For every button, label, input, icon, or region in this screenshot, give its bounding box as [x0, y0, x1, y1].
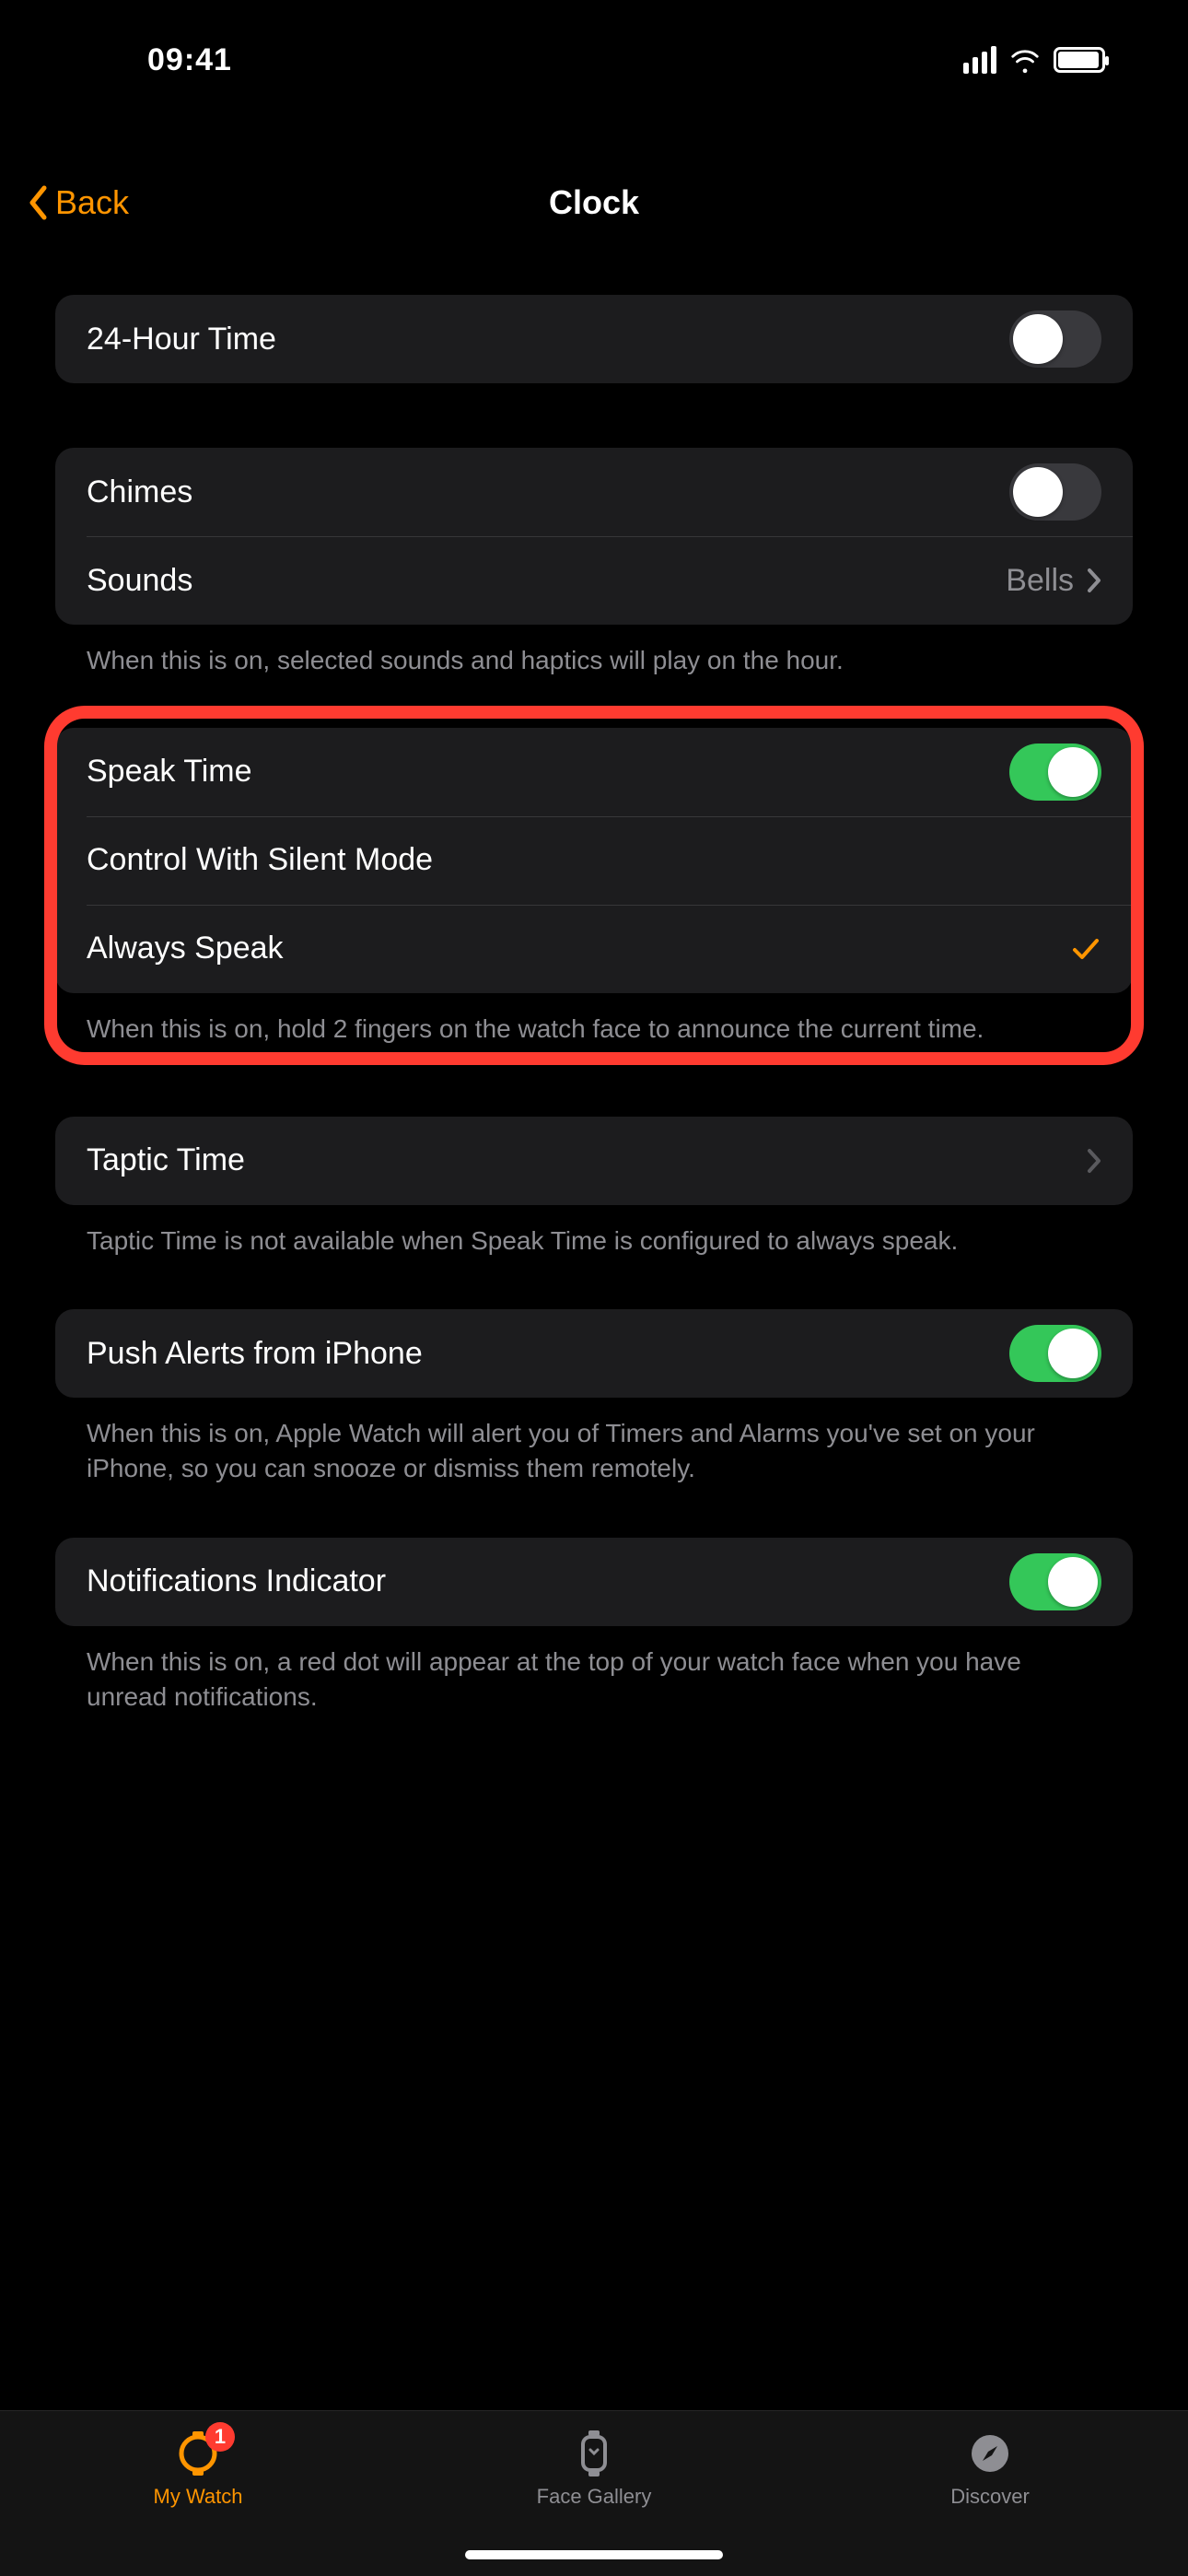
- battery-icon: [1054, 47, 1105, 73]
- row-notif-indicator[interactable]: Notifications Indicator: [55, 1538, 1133, 1626]
- footer-speak-time: When this is on, hold 2 fingers on the w…: [55, 993, 1133, 1047]
- cellular-signal-icon: [963, 46, 996, 74]
- content[interactable]: 24-Hour Time Chimes Sounds Bells When: [0, 295, 1188, 2410]
- footer-push-alerts: When this is on, Apple Watch will alert …: [55, 1398, 1133, 1486]
- row-chimes[interactable]: Chimes: [55, 448, 1133, 536]
- status-time: 09:41: [55, 42, 232, 78]
- footer-chimes: When this is on, selected sounds and hap…: [55, 625, 1133, 678]
- row-label: Control With Silent Mode: [87, 842, 433, 878]
- toggle-push-alerts[interactable]: [1009, 1325, 1101, 1382]
- tab-discover[interactable]: Discover: [792, 2428, 1188, 2509]
- row-always-speak[interactable]: Always Speak: [55, 905, 1133, 993]
- row-value: Bells: [1006, 563, 1101, 599]
- group-taptic-time: Taptic Time: [55, 1117, 1133, 1205]
- row-sounds[interactable]: Sounds Bells: [55, 536, 1133, 625]
- chevron-right-icon: [1087, 1148, 1101, 1174]
- row-label: Always Speak: [87, 931, 284, 966]
- group-speak-time: Speak Time Control With Silent Mode Alwa…: [55, 728, 1133, 993]
- tab-my-watch[interactable]: 1 My Watch: [0, 2428, 396, 2509]
- row-label: 24-Hour Time: [87, 322, 276, 357]
- back-button[interactable]: Back: [28, 183, 129, 222]
- tab-label: My Watch: [154, 2485, 243, 2509]
- group-notif-indicator: Notifications Indicator: [55, 1538, 1133, 1626]
- checkmark-icon: [1070, 933, 1101, 965]
- row-control-silent-mode[interactable]: Control With Silent Mode: [55, 816, 1133, 905]
- sounds-value: Bells: [1006, 563, 1074, 599]
- screen: 09:41 Back Clock 24-Hour Time: [0, 0, 1188, 2576]
- tab-label: Face Gallery: [537, 2485, 652, 2509]
- toggle-notif-indicator[interactable]: [1009, 1553, 1101, 1610]
- tab-face-gallery[interactable]: Face Gallery: [396, 2428, 792, 2509]
- footer-taptic: Taptic Time is not available when Speak …: [55, 1205, 1133, 1259]
- watch-icon: 1: [172, 2428, 224, 2479]
- tab-label: Discover: [950, 2485, 1030, 2509]
- row-label: Taptic Time: [87, 1142, 245, 1178]
- toggle-24hour[interactable]: [1009, 310, 1101, 368]
- status-bar: 09:41: [0, 0, 1188, 101]
- row-24hour-time[interactable]: 24-Hour Time: [55, 295, 1133, 383]
- group-chimes: Chimes Sounds Bells: [55, 448, 1133, 625]
- row-label: Push Alerts from iPhone: [87, 1336, 423, 1372]
- badge: 1: [205, 2422, 235, 2452]
- row-label: Sounds: [87, 563, 192, 599]
- tab-bar: 1 My Watch Face Gallery D: [0, 2410, 1188, 2576]
- toggle-chimes[interactable]: [1009, 463, 1101, 521]
- row-push-alerts[interactable]: Push Alerts from iPhone: [55, 1309, 1133, 1398]
- compass-icon: [964, 2428, 1016, 2479]
- row-label: Notifications Indicator: [87, 1563, 386, 1599]
- back-label: Back: [55, 183, 129, 222]
- chevron-right-icon: [1087, 568, 1101, 593]
- face-gallery-icon: [568, 2428, 620, 2479]
- home-indicator[interactable]: [465, 2550, 723, 2559]
- toggle-speak-time[interactable]: [1009, 744, 1101, 801]
- row-label: Chimes: [87, 474, 192, 510]
- nav-bar: Back Clock: [0, 157, 1188, 249]
- row-taptic-time[interactable]: Taptic Time: [55, 1117, 1133, 1205]
- row-speak-time[interactable]: Speak Time: [55, 728, 1133, 816]
- footer-notif-indicator: When this is on, a red dot will appear a…: [55, 1626, 1133, 1715]
- wifi-icon: [1009, 44, 1041, 76]
- row-label: Speak Time: [87, 754, 252, 790]
- highlight-speak-time: Speak Time Control With Silent Mode Alwa…: [44, 706, 1144, 1065]
- group-push-alerts: Push Alerts from iPhone: [55, 1309, 1133, 1398]
- group-24hour: 24-Hour Time: [55, 295, 1133, 383]
- chevron-left-icon: [28, 185, 50, 220]
- page-title: Clock: [0, 183, 1188, 222]
- status-icons: [963, 44, 1133, 76]
